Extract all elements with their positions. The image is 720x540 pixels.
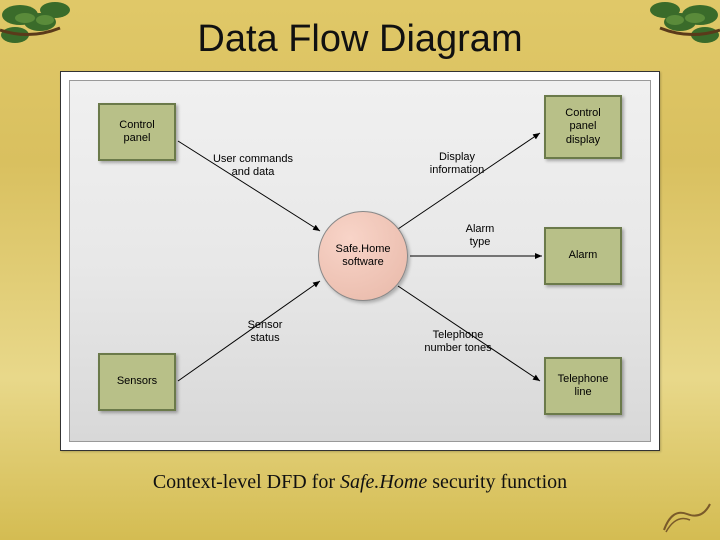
process-label: Safe.Homesoftware [335,243,390,269]
entity-telephone-line: Telephoneline [544,357,622,415]
diagram-frame: Controlpanel Sensors Controlpaneldisplay… [60,71,660,451]
flow-telephone-tones: Telephonenumber tones [408,329,508,355]
entity-sensors: Sensors [98,353,176,411]
entity-label: Sensors [117,375,157,388]
flow-alarm-type: Alarmtype [450,223,510,249]
caption-italic: Safe.Home [340,471,427,493]
process-safehome: Safe.Homesoftware [318,211,408,301]
flow-user-commands: User commandsand data [198,153,308,179]
flow-sensor-status: Sensorstatus [230,319,300,345]
flourish-icon [662,500,712,534]
caption-suffix: security function [427,471,567,493]
entity-alarm: Alarm [544,227,622,285]
entity-label: Telephoneline [558,373,609,399]
dfd-canvas: Controlpanel Sensors Controlpaneldisplay… [69,80,651,442]
flow-display-info: Displayinformation [412,151,502,177]
caption-prefix: Context-level DFD for [153,471,340,493]
caption: Context-level DFD for Safe.Home security… [0,471,720,494]
entity-control-panel: Controlpanel [98,103,176,161]
entity-label: Controlpaneldisplay [565,107,600,147]
pine-decor-left-icon [0,0,120,80]
entity-label: Controlpanel [119,119,154,145]
entity-control-panel-display: Controlpaneldisplay [544,95,622,159]
entity-label: Alarm [569,249,598,262]
pine-decor-right-icon [600,0,720,80]
